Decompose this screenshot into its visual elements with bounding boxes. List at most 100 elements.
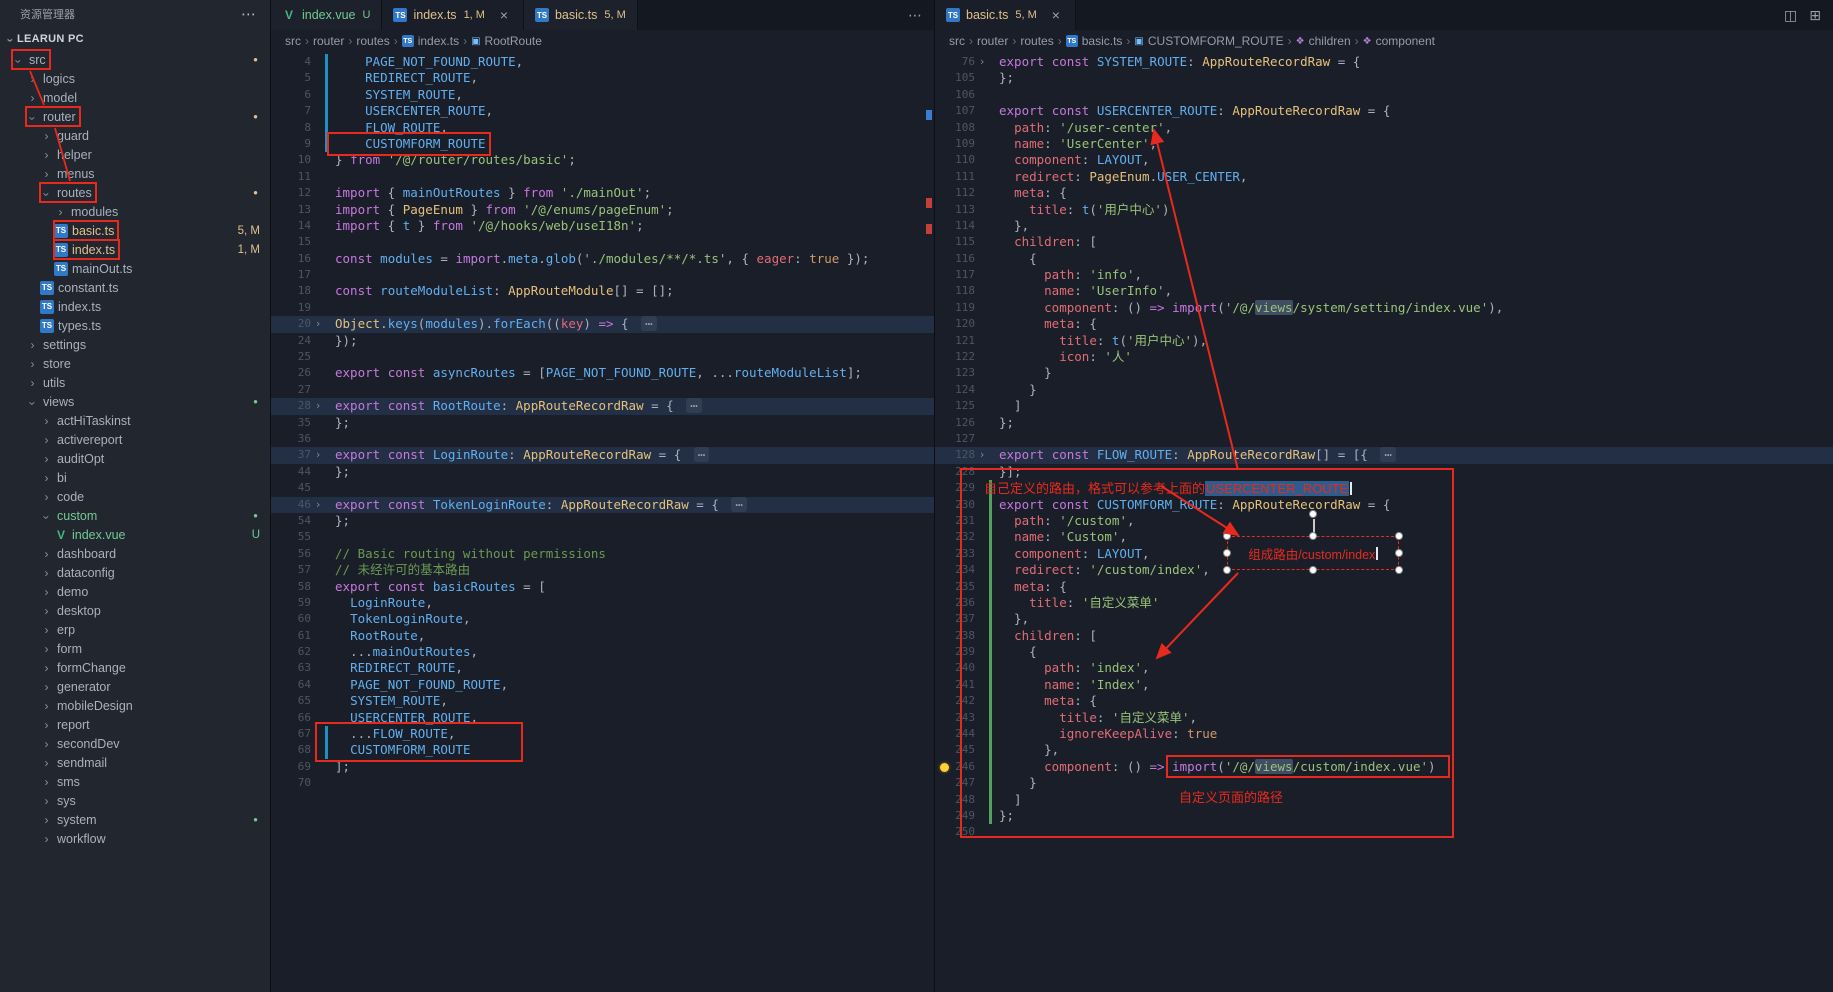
code-line-56[interactable]: 56// Basic routing without permissions xyxy=(271,546,934,562)
code-line-44[interactable]: 44}; xyxy=(271,464,934,480)
code-line-46[interactable]: 46›export const TokenLoginRoute: AppRout… xyxy=(271,497,934,513)
tree-file-types.ts[interactable]: TStypes.ts xyxy=(0,316,270,335)
tree-file-index.vue[interactable]: Vindex.vueU xyxy=(0,525,270,544)
breadcrumb-item-children[interactable]: ❖children xyxy=(1296,34,1351,48)
code-line-230[interactable]: 230export const CUSTOMFORM_ROUTE: AppRou… xyxy=(935,497,1833,513)
code-line-118[interactable]: 118 name: 'UserInfo', xyxy=(935,283,1833,299)
code-line-5[interactable]: 5 REDIRECT_ROUTE, xyxy=(271,70,934,86)
tab-index.ts[interactable]: TSindex.ts1, M× xyxy=(382,0,524,30)
tree-folder-settings[interactable]: ›settings xyxy=(0,335,270,354)
tree-file-index.ts[interactable]: TSindex.ts1, M xyxy=(0,240,270,259)
code-line-55[interactable]: 55 xyxy=(271,529,934,545)
code-line-16[interactable]: 16const modules = import.meta.glob('./mo… xyxy=(271,251,934,267)
fold-chevron-icon[interactable]: › xyxy=(975,447,989,463)
code-line-116[interactable]: 116 { xyxy=(935,251,1833,267)
tree-folder-mobileDesign[interactable]: ›mobileDesign xyxy=(0,696,270,715)
tree-folder-helper[interactable]: ›helper xyxy=(0,145,270,164)
code-line-108[interactable]: 108 path: '/user-center', xyxy=(935,120,1833,136)
code-line-106[interactable]: 106 xyxy=(935,87,1833,103)
fold-chevron-icon[interactable]: › xyxy=(311,447,325,463)
tree-folder-custom[interactable]: ›custom● xyxy=(0,506,270,525)
workspace-root[interactable]: › LEARUN PC xyxy=(0,28,270,50)
breadcrumb-item-router[interactable]: router xyxy=(313,34,344,48)
tree-folder-workflow[interactable]: ›workflow xyxy=(0,829,270,848)
code-line-24[interactable]: 24}); xyxy=(271,333,934,349)
code-line-109[interactable]: 109 name: 'UserCenter', xyxy=(935,136,1833,152)
code-line-121[interactable]: 121 title: t('用户中心'), xyxy=(935,333,1833,349)
breadcrumb-item-RootRoute[interactable]: ▣RootRoute xyxy=(471,34,542,48)
code-line-27[interactable]: 27 xyxy=(271,382,934,398)
code-line-10[interactable]: 10} from '/@/router/routes/basic'; xyxy=(271,152,934,168)
code-line-122[interactable]: 122 icon: '人' xyxy=(935,349,1833,365)
code-line-45[interactable]: 45 xyxy=(271,480,934,496)
tree-folder-sys[interactable]: ›sys xyxy=(0,791,270,810)
explorer-more-actions-icon[interactable]: ⋯ xyxy=(241,5,256,23)
tree-folder-desktop[interactable]: ›desktop xyxy=(0,601,270,620)
code-line-6[interactable]: 6 SYSTEM_ROUTE, xyxy=(271,87,934,103)
code-line-66[interactable]: 66 USERCENTER_ROUTE, xyxy=(271,710,934,726)
code-line-4[interactable]: 4 PAGE_NOT_FOUND_ROUTE, xyxy=(271,54,934,70)
tree-folder-src[interactable]: ›src● xyxy=(0,50,270,69)
tree-folder-utils[interactable]: ›utils xyxy=(0,373,270,392)
code-line-112[interactable]: 112 meta: { xyxy=(935,185,1833,201)
code-line-119[interactable]: 119 component: () => import('/@/views/sy… xyxy=(935,300,1833,316)
close-tab-icon[interactable]: × xyxy=(496,7,512,23)
code-line-241[interactable]: 241 name: 'Index', xyxy=(935,677,1833,693)
tree-folder-bi[interactable]: ›bi xyxy=(0,468,270,487)
code-line-125[interactable]: 125 ] xyxy=(935,398,1833,414)
code-line-13[interactable]: 13import { PageEnum } from '/@/enums/pag… xyxy=(271,202,934,218)
code-line-120[interactable]: 120 meta: { xyxy=(935,316,1833,332)
overview-ruler[interactable] xyxy=(924,52,934,992)
tree-folder-dataconfig[interactable]: ›dataconfig xyxy=(0,563,270,582)
code-line-62[interactable]: 62 ...mainOutRoutes, xyxy=(271,644,934,660)
code-line-59[interactable]: 59 LoginRoute, xyxy=(271,595,934,611)
tree-folder-demo[interactable]: ›demo xyxy=(0,582,270,601)
code-line-64[interactable]: 64 PAGE_NOT_FOUND_ROUTE, xyxy=(271,677,934,693)
code-line-68[interactable]: 68 CUSTOMFORM_ROUTE xyxy=(271,742,934,758)
code-line-239[interactable]: 239 { xyxy=(935,644,1833,660)
code-line-242[interactable]: 242 meta: { xyxy=(935,693,1833,709)
tree-file-index.ts[interactable]: TSindex.ts xyxy=(0,297,270,316)
tree-folder-form[interactable]: ›form xyxy=(0,639,270,658)
code-line-19[interactable]: 19 xyxy=(271,300,934,316)
breadcrumb-item-src[interactable]: src xyxy=(949,34,965,48)
tree-folder-sms[interactable]: ›sms xyxy=(0,772,270,791)
code-line-240[interactable]: 240 path: 'index', xyxy=(935,660,1833,676)
tree-folder-formChange[interactable]: ›formChange xyxy=(0,658,270,677)
code-line-243[interactable]: 243 title: '自定义菜单', xyxy=(935,710,1833,726)
tree-folder-code[interactable]: ›code xyxy=(0,487,270,506)
code-line-17[interactable]: 17 xyxy=(271,267,934,283)
code-line-246[interactable]: 246 component: () => import('/@/views/cu… xyxy=(935,759,1833,775)
tree-folder-actHiTaskinst[interactable]: ›actHiTaskinst xyxy=(0,411,270,430)
code-line-11[interactable]: 11 xyxy=(271,169,934,185)
code-line-236[interactable]: 236 title: '自定义菜单' xyxy=(935,595,1833,611)
code-line-123[interactable]: 123 } xyxy=(935,365,1833,381)
breadcrumb-item-index.ts[interactable]: TSindex.ts xyxy=(402,34,459,48)
code-line-7[interactable]: 7 USERCENTER_ROUTE, xyxy=(271,103,934,119)
tree-file-constant.ts[interactable]: TSconstant.ts xyxy=(0,278,270,297)
code-line-14[interactable]: 14import { t } from '/@/hooks/web/useI18… xyxy=(271,218,934,234)
breadcrumb-item-routes[interactable]: routes xyxy=(356,34,389,48)
fold-chevron-icon[interactable]: › xyxy=(311,497,325,513)
tree-folder-modules[interactable]: ›modules xyxy=(0,202,270,221)
close-tab-icon[interactable]: × xyxy=(1048,7,1064,23)
code-line-35[interactable]: 35}; xyxy=(271,415,934,431)
tree-folder-routes[interactable]: ›routes● xyxy=(0,183,270,202)
more-actions-icon[interactable]: ⋯ xyxy=(908,7,922,24)
tree-folder-menus[interactable]: ›menus xyxy=(0,164,270,183)
code-line-124[interactable]: 124 } xyxy=(935,382,1833,398)
tree-folder-report[interactable]: ›report xyxy=(0,715,270,734)
code-line-105[interactable]: 105}; xyxy=(935,70,1833,86)
code-line-237[interactable]: 237 }, xyxy=(935,611,1833,627)
code-line-127[interactable]: 127 xyxy=(935,431,1833,447)
code-line-57[interactable]: 57// 未经许可的基本路由 xyxy=(271,562,934,578)
code-line-18[interactable]: 18const routeModuleList: AppRouteModule[… xyxy=(271,283,934,299)
code-line-12[interactable]: 12import { mainOutRoutes } from './mainO… xyxy=(271,185,934,201)
code-line-111[interactable]: 111 redirect: PageEnum.USER_CENTER, xyxy=(935,169,1833,185)
breadcrumb-item-routes[interactable]: routes xyxy=(1020,34,1053,48)
code-line-249[interactable]: 249}; xyxy=(935,808,1833,824)
tree-folder-erp[interactable]: ›erp xyxy=(0,620,270,639)
code-line-128[interactable]: 128›export const FLOW_ROUTE: AppRouteRec… xyxy=(935,447,1833,463)
code-line-247[interactable]: 247 } xyxy=(935,775,1833,791)
tree-folder-model[interactable]: ›model xyxy=(0,88,270,107)
